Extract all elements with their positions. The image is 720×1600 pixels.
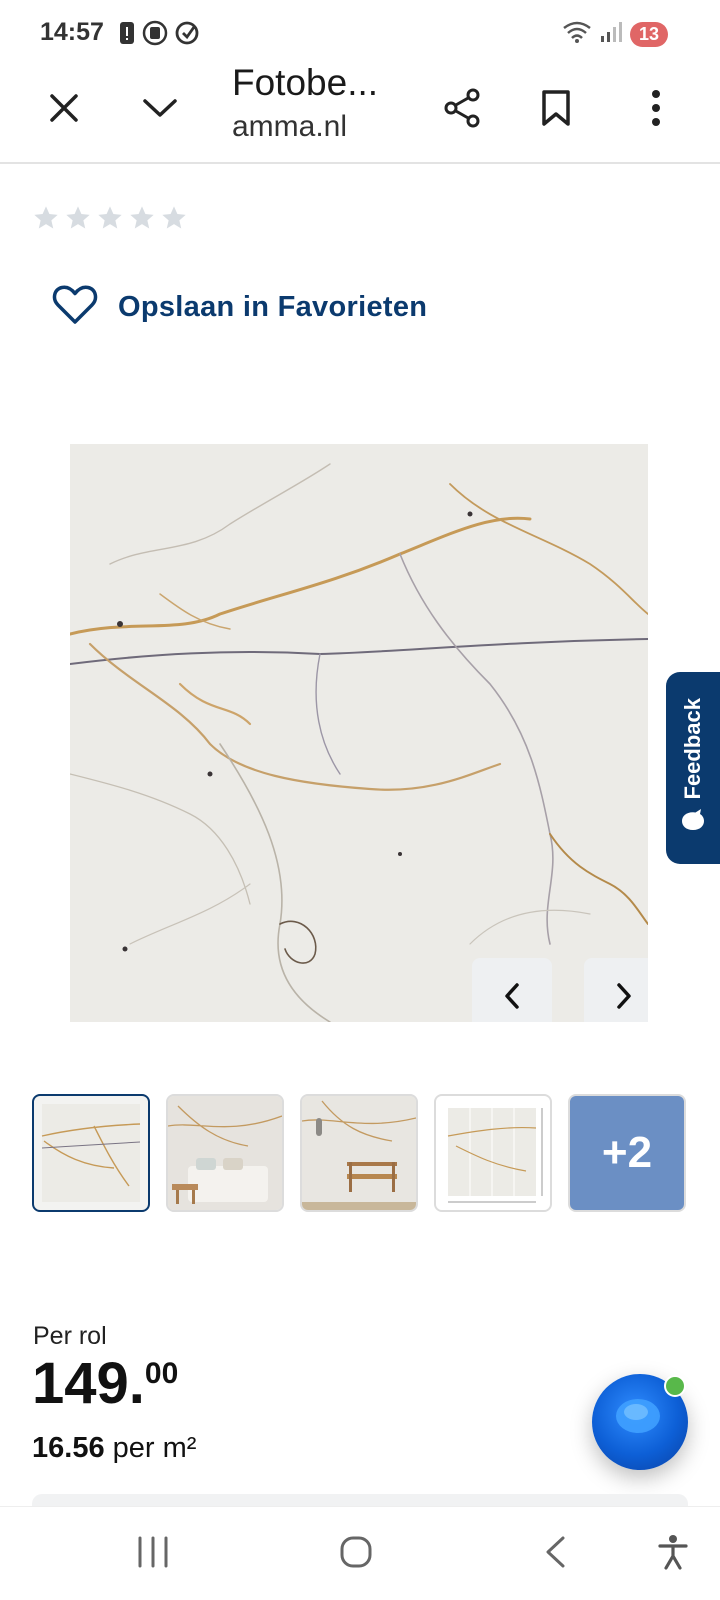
system-nav-bar	[0, 1506, 720, 1600]
status-bar: 14:57 13	[0, 0, 720, 62]
more-vert-icon	[651, 89, 661, 131]
notification-icon	[118, 20, 136, 51]
page-url: amma.nl	[232, 110, 348, 143]
accessibility-button[interactable]	[648, 1529, 698, 1579]
thumbnail-marble[interactable]	[32, 1094, 150, 1212]
online-status-dot	[664, 1375, 686, 1397]
bookmark-button[interactable]	[528, 82, 584, 138]
unit-price: 16.56 per m²	[32, 1432, 196, 1465]
next-image-button[interactable]	[584, 958, 648, 1022]
thumbnail-image	[168, 1096, 282, 1210]
close-button[interactable]	[36, 82, 92, 138]
page-title-area[interactable]: Fotobe... amma.nl	[232, 62, 412, 144]
star-icon	[128, 204, 156, 237]
save-favorite-button[interactable]: Opslaan in Favorieten	[52, 284, 427, 331]
accessibility-icon	[658, 1534, 688, 1575]
unit-price-label: per m²	[112, 1432, 197, 1464]
screen-record-icon	[142, 20, 168, 51]
heart-icon	[52, 284, 98, 331]
back-icon	[543, 1535, 567, 1574]
home-icon	[339, 1535, 373, 1574]
save-favorite-label: Opslaan in Favorieten	[118, 291, 428, 323]
feedback-tab[interactable]: Feedback	[666, 672, 720, 864]
share-icon	[443, 88, 481, 133]
battery-badge: 13	[629, 22, 668, 47]
price-separator: .	[128, 1351, 145, 1416]
marble-pattern	[70, 444, 648, 1022]
thumbnail-image	[436, 1096, 550, 1210]
thumbnail-bench[interactable]	[300, 1094, 418, 1212]
price-integer: 149	[32, 1351, 129, 1416]
recent-apps-button[interactable]	[128, 1529, 178, 1579]
chevron-left-icon	[503, 982, 521, 1015]
page-title: Fotobe...	[232, 62, 379, 103]
thumbnail-bedroom[interactable]	[166, 1094, 284, 1212]
feedback-label: Feedback	[680, 697, 705, 800]
more-images-count: +2	[601, 1128, 653, 1177]
rating-stars[interactable]	[32, 204, 188, 237]
star-icon	[96, 204, 124, 237]
expand-button[interactable]	[132, 82, 188, 138]
thumbnail-strip: +2	[32, 1094, 686, 1212]
close-icon	[49, 93, 79, 128]
thumbnail-more[interactable]: +2	[568, 1094, 686, 1212]
status-time: 14:57	[40, 18, 104, 46]
wifi-icon	[562, 20, 592, 49]
star-icon	[64, 204, 92, 237]
share-button[interactable]	[434, 82, 490, 138]
price: 149 . 00	[32, 1355, 178, 1413]
star-icon	[32, 204, 60, 237]
price-unit-label: Per rol	[33, 1322, 107, 1350]
chevron-right-icon	[615, 982, 633, 1015]
browser-toolbar: Fotobe... amma.nl	[0, 62, 720, 164]
signal-icon	[600, 21, 622, 48]
unit-price-value: 16.56	[32, 1432, 105, 1464]
bottom-card-edge	[32, 1494, 688, 1506]
chevron-down-icon	[142, 97, 178, 124]
more-button[interactable]	[628, 82, 684, 138]
previous-image-button[interactable]	[472, 958, 552, 1022]
bookmark-icon	[541, 89, 571, 132]
back-button[interactable]	[530, 1529, 580, 1579]
chat-bubble-icon	[680, 807, 706, 838]
recent-apps-icon	[136, 1536, 170, 1573]
thumbnail-dimensions[interactable]	[434, 1094, 552, 1212]
price-decimal: 00	[144, 1357, 179, 1390]
thumbnail-image	[302, 1096, 416, 1210]
product-image[interactable]	[70, 444, 648, 1022]
sync-icon	[174, 20, 200, 51]
thumbnail-image	[41, 1104, 141, 1202]
star-icon	[160, 204, 188, 237]
home-button[interactable]	[331, 1529, 381, 1579]
